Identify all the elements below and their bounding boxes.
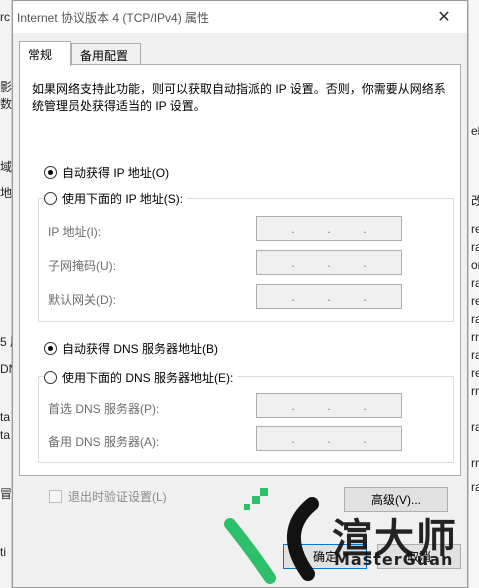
bg-right-text: re <box>471 294 479 308</box>
preferred-dns-label: 首选 DNS 服务器(P): <box>48 402 160 416</box>
subnet-mask-label: 子网掩码(U): <box>48 259 116 273</box>
bg-left-text: 数 <box>0 97 13 111</box>
cancel-button[interactable]: 取消 <box>377 544 461 569</box>
auto-ip-option[interactable]: 自动获得 IP 地址(O) <box>44 164 169 181</box>
manual-ip-option[interactable]: 使用下面的 IP 地址(S): <box>44 190 188 207</box>
manual-dns-option[interactable]: 使用下面的 DNS 服务器地址(E): <box>44 369 238 386</box>
bg-left-text: ta <box>0 410 11 424</box>
manual-ip-label: 使用下面的 IP 地址(S): <box>62 192 184 206</box>
bg-right-text: rn <box>471 384 479 398</box>
default-gateway-input[interactable]: ... <box>256 284 402 309</box>
ok-button[interactable]: 确定 <box>283 544 367 569</box>
description-text: 如果网络支持此功能，则可以获取自动指派的 IP 设置。否则，你需要从网络系统管理… <box>32 82 446 113</box>
close-button[interactable]: ✕ <box>421 1 467 33</box>
bg-left-text: 地 <box>0 186 13 200</box>
ipv4-properties-dialog: Internet 协议版本 4 (TCP/IPv4) 属性 ✕ 常规 备用配置 … <box>12 0 468 588</box>
validate-settings-option[interactable]: 退出时验证设置(L) <box>49 488 167 505</box>
auto-dns-option[interactable]: 自动获得 DNS 服务器地址(B) <box>44 340 218 357</box>
bg-right-text: re <box>471 222 479 236</box>
bg-right-text: re <box>471 366 479 380</box>
bg-right-text: rn <box>471 330 479 344</box>
bg-right-text: on <box>471 258 479 272</box>
title-bar[interactable]: Internet 协议版本 4 (TCP/IPv4) 属性 ✕ <box>13 1 467 33</box>
bg-right-text: ra <box>471 480 479 494</box>
general-tab-panel: 如果网络支持此功能，则可以获取自动指派的 IP 设置。否则，你需要从网络系统管理… <box>19 64 461 476</box>
bg-right-text: 改 <box>471 194 479 208</box>
preferred-dns-input[interactable]: ... <box>256 393 402 418</box>
bg-right-text: ra <box>471 348 479 362</box>
tab-alternate-config[interactable]: 备用配置 <box>71 43 141 65</box>
bg-right-text: ra <box>471 420 479 434</box>
validate-settings-label: 退出时验证设置(L) <box>68 490 167 504</box>
bg-right-text: el <box>471 124 479 138</box>
dialog-title: Internet 协议版本 4 (TCP/IPv4) 属性 <box>17 11 210 25</box>
bg-left-text: 冒 <box>0 487 13 501</box>
auto-ip-label: 自动获得 IP 地址(O) <box>62 166 170 180</box>
subnet-mask-input[interactable]: ... <box>256 250 402 275</box>
manual-dns-radio[interactable] <box>44 371 57 384</box>
auto-dns-radio[interactable] <box>44 342 57 355</box>
ip-address-input[interactable]: ... <box>256 216 402 241</box>
bg-right-text: rn <box>471 456 479 470</box>
validate-settings-checkbox[interactable] <box>49 490 62 503</box>
bg-right-text: ra <box>471 240 479 254</box>
bg-left-text: ti <box>0 545 6 559</box>
auto-dns-label: 自动获得 DNS 服务器地址(B) <box>62 342 219 356</box>
bg-left-text: 影 <box>0 80 13 94</box>
bg-right-text: ra <box>471 312 479 326</box>
alternate-dns-label: 备用 DNS 服务器(A): <box>48 435 160 449</box>
tab-general[interactable]: 常规 <box>19 41 71 66</box>
bg-left-text: rc <box>0 10 10 24</box>
ip-address-label: IP 地址(I): <box>48 225 102 239</box>
bg-left-text: ta <box>0 428 11 442</box>
advanced-button[interactable]: 高级(V)... <box>344 487 448 512</box>
manual-ip-radio[interactable] <box>44 192 57 205</box>
bg-right-text: ra <box>471 276 479 290</box>
manual-dns-label: 使用下面的 DNS 服务器地址(E): <box>62 371 234 385</box>
default-gateway-label: 默认网关(D): <box>48 293 116 307</box>
bg-left-text: 域 <box>0 160 13 174</box>
alternate-dns-input[interactable]: ... <box>256 426 402 451</box>
background-window-right: el 改 re ra on ra re ra rn ra re rn ra rn… <box>468 0 479 588</box>
background-window-left: rc 影 数 域 地 5 属 DN ta ta 冒 ti <box>0 0 22 588</box>
close-icon: ✕ <box>437 9 451 26</box>
auto-ip-radio[interactable] <box>44 166 57 179</box>
